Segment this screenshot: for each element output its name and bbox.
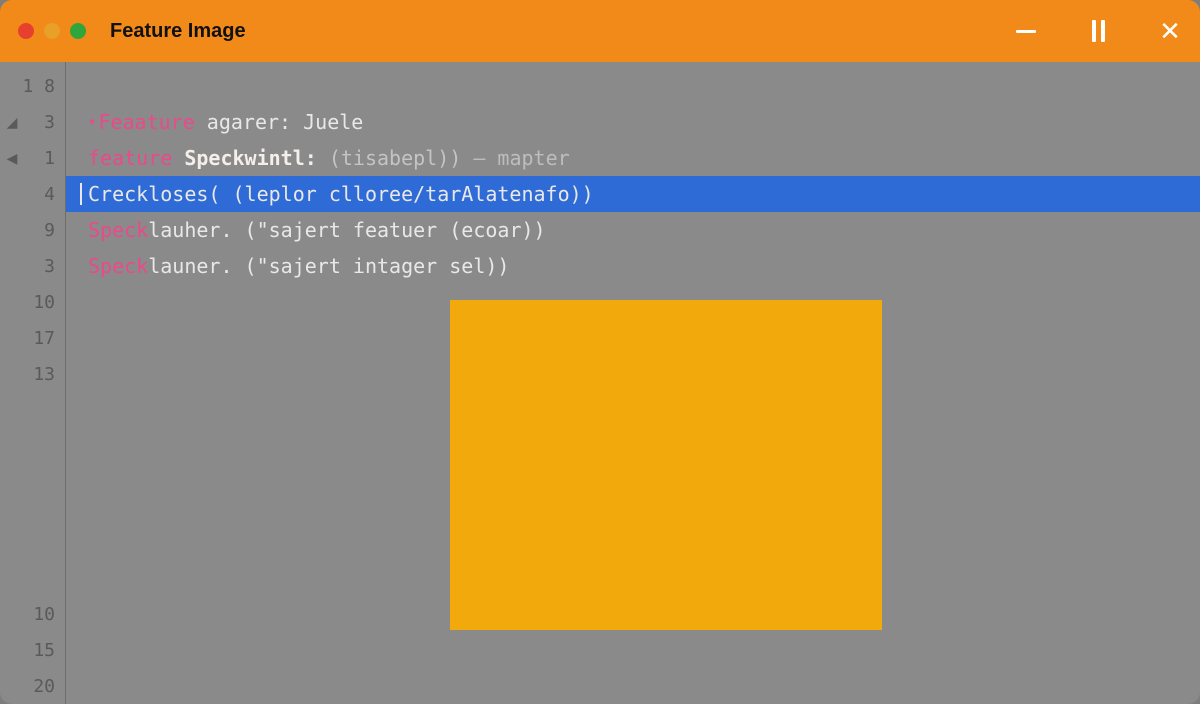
code-text: agarer: Juele	[195, 110, 364, 134]
close-icon: ✕	[1159, 18, 1181, 44]
fold-arrow-icon[interactable]: ◢	[7, 114, 18, 131]
keyword: Speck	[88, 218, 148, 242]
line-number: 17	[0, 320, 59, 356]
code-text: Creckloses( (leplor clloree/tarAlatenafo…	[88, 182, 594, 206]
code-text: (tisabepl))	[317, 146, 474, 170]
fold-caret-icon: ▾	[88, 114, 96, 130]
minimize-icon	[1016, 30, 1036, 33]
code-area[interactable]: ▾Feaature agarer: Juele feature Speckwin…	[66, 62, 1200, 704]
keyword: feature	[88, 146, 172, 170]
minimize-traffic-light[interactable]	[44, 23, 60, 39]
feature-image-placeholder	[450, 300, 882, 630]
code-line-selected[interactable]: Creckloses( (leplor clloree/tarAlatenafo…	[66, 176, 1200, 212]
code-line[interactable]: feature Speckwintl: (tisabepl)) — mapter	[66, 140, 1200, 176]
line-number: 10	[0, 596, 59, 632]
minimize-button[interactable]	[1014, 19, 1038, 43]
code-text: launer. ("sajert intager sel))	[148, 254, 509, 278]
code-line[interactable]: Specklauner. ("sajert intager sel))	[66, 248, 1200, 284]
close-button[interactable]: ✕	[1158, 19, 1182, 43]
line-number: 4	[0, 176, 59, 212]
line-number: 13	[0, 356, 59, 392]
text-cursor	[80, 183, 82, 205]
titlebar: Feature Image ✕	[0, 0, 1200, 62]
pause-icon	[1092, 20, 1105, 42]
line-number: 10	[0, 284, 59, 320]
keyword: Speck	[88, 254, 148, 278]
fold-arrow-icon[interactable]: ◀	[7, 150, 18, 167]
code-text: — mapter	[473, 146, 569, 170]
line-number: 15	[0, 632, 59, 668]
editor-window: Feature Image ✕ ◢ ◀ 1 8 3 1 4 9 3 10	[0, 0, 1200, 704]
code-line[interactable]	[66, 68, 1200, 104]
code-line[interactable]: Specklauher. ("sajert featuer (ecoar))	[66, 212, 1200, 248]
code-text: Speckwintl:	[172, 146, 317, 170]
fold-column: ◢ ◀	[0, 62, 24, 176]
editor-area: ◢ ◀ 1 8 3 1 4 9 3 10 17 13 10 15 20 ▾Fea…	[0, 62, 1200, 704]
traffic-lights	[18, 23, 86, 39]
code-text: lauher. ("sajert featuer (ecoar))	[148, 218, 545, 242]
zoom-traffic-light[interactable]	[70, 23, 86, 39]
close-traffic-light[interactable]	[18, 23, 34, 39]
line-number: 20	[0, 668, 59, 704]
line-number: 9	[0, 212, 59, 248]
line-number: 3	[0, 248, 59, 284]
window-controls: ✕	[1014, 19, 1182, 43]
keyword: Feaature	[98, 110, 194, 134]
window-title: Feature Image	[110, 20, 246, 43]
pause-button[interactable]	[1086, 19, 1110, 43]
code-line[interactable]: ▾Feaature agarer: Juele	[66, 104, 1200, 140]
